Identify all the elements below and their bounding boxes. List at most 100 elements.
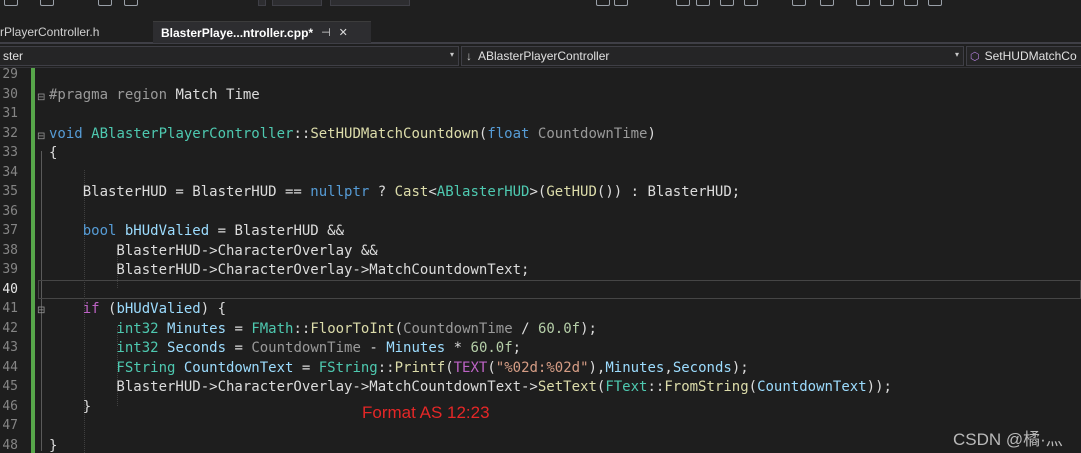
save-all-icon[interactable] (98, 0, 112, 6)
code-line[interactable]: 43 int32 Seconds = CountdownTime - Minut… (0, 338, 1081, 358)
code-line[interactable]: 31 (0, 104, 1081, 124)
code-line[interactable]: 42 int32 Minutes = FMath::FloorToInt(Cou… (0, 319, 1081, 339)
code-token: float (487, 125, 538, 142)
code-editor[interactable]: ⊟ ⊟ ⊟ 29 30 #pragma region Match Time 31 32 v… (0, 68, 1081, 453)
code-text: BlasterHUD->CharacterOverlay->MatchCount… (49, 377, 892, 397)
find-icon[interactable] (904, 0, 918, 6)
project-dropdown-value: ster (3, 49, 24, 63)
member-dropdown-value: SetHUDMatchCo (984, 49, 1077, 63)
code-token: FString (49, 359, 184, 376)
code-line[interactable]: 29 (0, 68, 1081, 85)
step-icon[interactable] (614, 0, 628, 6)
code-token: / (512, 320, 538, 337)
code-line[interactable]: 44 FString CountdownText = FString::Prin… (0, 358, 1081, 378)
toolbar-platform-dropdown[interactable] (330, 0, 410, 6)
toolbar-dropdown[interactable] (258, 0, 266, 6)
code-token: SetText (537, 379, 597, 395)
code-token: ) { (200, 301, 227, 317)
code-line[interactable]: 41 if (bHUdValied) { (0, 299, 1081, 319)
line-number: 45 (2, 379, 18, 394)
code-line[interactable]: 36 (0, 202, 1081, 222)
indent-icon[interactable] (792, 0, 806, 6)
save-icon[interactable] (4, 0, 18, 6)
code-token: ? (369, 184, 395, 200)
code-text: { (49, 143, 57, 163)
line-number: 32 (2, 125, 18, 141)
code-token: ABlasterHUD (436, 184, 530, 200)
scope-dropdown[interactable]: ↓ ABlasterPlayerController ▾ (461, 46, 964, 66)
code-token: FloorToInt (310, 320, 395, 337)
code-token: < (428, 184, 437, 200)
code-token: ); (580, 320, 597, 337)
code-token: bHUdValied (116, 301, 201, 317)
code-line[interactable]: 47 (0, 416, 1081, 436)
comment-icon[interactable] (744, 0, 758, 6)
line-number: 44 (2, 359, 18, 375)
code-token: ( (748, 379, 758, 395)
code-token: CountdownTime (403, 320, 513, 337)
code-token: >( (529, 184, 547, 200)
project-dropdown[interactable]: ster ▾ (0, 46, 459, 66)
code-line[interactable]: 30 #pragma region Match Time (0, 85, 1081, 105)
line-number: 30 (2, 86, 18, 102)
outdent-icon[interactable] (820, 0, 834, 6)
line-number: 46 (2, 398, 18, 414)
tab-player-controller-cpp[interactable]: BlasterPlaye...ntroller.cpp* ⊣ ✕ (153, 21, 371, 43)
code-line[interactable]: 45 BlasterHUD->CharacterOverlay->MatchCo… (0, 377, 1081, 397)
pin-icon[interactable]: ⊣ (321, 26, 331, 39)
run-icon[interactable] (596, 0, 610, 6)
code-token: :: (293, 320, 311, 337)
code-token: Seconds (672, 359, 732, 376)
breakpoint-icon[interactable] (676, 0, 690, 6)
toolbar-config-dropdown[interactable] (272, 0, 322, 6)
tab-label: rPlayerController.h (0, 25, 100, 39)
code-token: BlasterHUD->CharacterOverlay && (49, 242, 378, 259)
line-number: 36 (2, 203, 18, 219)
method-icon: ⬡ (970, 50, 980, 63)
close-icon[interactable]: ✕ (339, 26, 348, 39)
code-token: ) (647, 125, 656, 142)
code-token: ABlasterPlayerController (91, 125, 294, 142)
toolbar-more-icon[interactable] (928, 0, 942, 6)
member-dropdown[interactable]: ⬡ SetHUDMatchCo (966, 46, 1081, 66)
tab-player-controller-h[interactable]: rPlayerController.h (0, 21, 140, 43)
scope-arrow-icon: ↓ (466, 49, 472, 63)
code-token: :: (293, 125, 311, 142)
code-line[interactable]: 32 void ABlasterPlayerController::SetHUDM… (0, 124, 1081, 144)
nav-forward-icon[interactable] (880, 0, 894, 6)
code-token: Cast (394, 184, 429, 200)
code-text: #pragma region Match Time (49, 85, 260, 105)
code-line[interactable]: 37 bool bHUdValied = BlasterHUD && (0, 221, 1081, 241)
code-line[interactable]: 38 BlasterHUD->CharacterOverlay && (0, 241, 1081, 261)
code-token: = (293, 359, 319, 376)
open-icon[interactable] (40, 0, 54, 6)
code-line[interactable]: 34 (0, 163, 1081, 183)
code-token: nullptr (310, 184, 370, 200)
line-number: 34 (2, 164, 18, 180)
code-token: FromString (664, 379, 749, 395)
code-line[interactable]: 35 BlasterHUD = BlasterHUD == nullptr ? … (0, 182, 1081, 202)
code-token: = BlasterHUD && (209, 223, 345, 239)
code-token: "%02d:%02d" (495, 359, 589, 376)
code-line[interactable]: 40 (0, 280, 1081, 300)
code-line[interactable]: 33 { (0, 143, 1081, 163)
line-number: 37 (2, 223, 18, 238)
code-token: bHUdValied (124, 223, 210, 239)
line-number: 42 (2, 320, 18, 336)
code-line[interactable]: 39 BlasterHUD->CharacterOverlay->MatchCo… (0, 260, 1081, 280)
line-number: 40 (2, 281, 18, 297)
code-line[interactable]: 46 } (0, 397, 1081, 417)
code-token: FMath (251, 320, 294, 337)
save-file-icon[interactable] (124, 0, 138, 6)
main-toolbar (0, 0, 1081, 18)
code-token: } (49, 437, 58, 453)
code-line[interactable]: 48} (0, 436, 1081, 453)
nav-back-icon[interactable] (856, 0, 870, 6)
code-token: ( (487, 359, 496, 376)
chevron-down-icon: ▾ (449, 50, 454, 59)
code-token: , (664, 359, 673, 376)
format-icon[interactable] (720, 0, 734, 6)
line-number: 48 (2, 437, 18, 453)
code-text: bool bHUdValied = BlasterHUD && (49, 221, 344, 241)
bookmark-icon[interactable] (696, 0, 710, 6)
